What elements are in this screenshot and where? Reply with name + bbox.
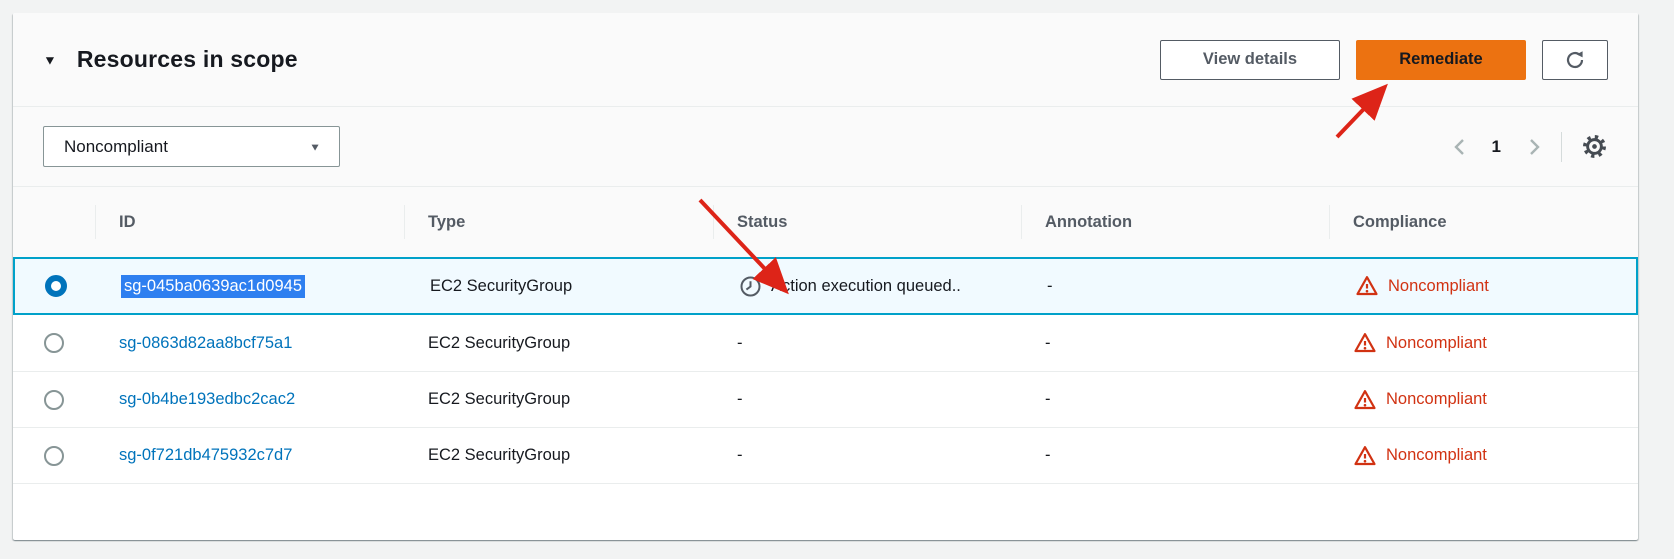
row-select-cell: [13, 333, 95, 353]
current-page-number[interactable]: 1: [1492, 137, 1501, 157]
column-header-status: Status: [713, 187, 1021, 257]
warning-triangle-icon: [1355, 274, 1379, 298]
table-row[interactable]: sg-0f721db475932c7d7 EC2 SecurityGroup -…: [13, 427, 1638, 483]
compliance-label: Noncompliant: [1386, 334, 1487, 353]
table-settings-button[interactable]: [1580, 133, 1608, 161]
compliance-cell: Noncompliant: [1329, 331, 1638, 355]
id-cell: sg-0b4be193edbc2cac2: [95, 390, 404, 409]
refresh-button[interactable]: [1542, 40, 1608, 80]
column-header-type: Type: [404, 187, 713, 257]
row-radio[interactable]: [45, 275, 67, 297]
chevron-right-icon: [1527, 136, 1541, 158]
gear-icon: [1581, 133, 1608, 160]
type-cell: EC2 SecurityGroup: [404, 390, 713, 409]
row-radio[interactable]: [44, 333, 64, 353]
compliance-label: Noncompliant: [1388, 277, 1489, 296]
table-row[interactable]: sg-045ba0639ac1d0945 EC2 SecurityGroup A…: [13, 257, 1638, 315]
collapse-caret-icon[interactable]: ▼: [43, 52, 57, 66]
compliance-filter-value: Noncompliant: [64, 137, 168, 157]
status-cell: -: [713, 446, 1021, 465]
compliance-cell: Noncompliant: [1329, 444, 1638, 468]
compliance-cell: Noncompliant: [1329, 388, 1638, 412]
annotation-cell: -: [1021, 334, 1329, 353]
status-text: -: [737, 390, 743, 409]
table-toolbar: Noncompliant ▼ 1: [13, 107, 1638, 187]
compliance-cell: Noncompliant: [1331, 274, 1636, 298]
pagination-divider: [1561, 132, 1562, 162]
page: ▼ Resources in scope View details Remedi…: [0, 0, 1674, 559]
chevron-down-icon: ▼: [309, 141, 321, 153]
resource-id-link[interactable]: sg-0b4be193edbc2cac2: [119, 390, 295, 409]
table-header: ID Type Status Annotation Compliance: [13, 187, 1638, 257]
row-select-cell: [15, 275, 97, 297]
annotation-cell: -: [1021, 390, 1329, 409]
refresh-icon: [1563, 48, 1587, 72]
column-header-compliance: Compliance: [1329, 187, 1638, 257]
warning-triangle-icon: [1353, 388, 1377, 412]
status-cell: Action execution queued..: [715, 275, 1023, 298]
compliance-filter-dropdown[interactable]: Noncompliant ▼: [43, 126, 340, 167]
id-cell: sg-045ba0639ac1d0945: [97, 275, 406, 298]
resource-id-link[interactable]: sg-0863d82aa8bcf75a1: [119, 334, 292, 353]
row-radio[interactable]: [44, 390, 64, 410]
pagination: 1: [1448, 132, 1608, 162]
row-select-cell: [13, 390, 95, 410]
type-cell: EC2 SecurityGroup: [404, 446, 713, 465]
status-cell: -: [713, 390, 1021, 409]
table-body: sg-045ba0639ac1d0945 EC2 SecurityGroup A…: [13, 257, 1638, 484]
type-cell: EC2 SecurityGroup: [406, 277, 715, 296]
resource-id-link[interactable]: sg-0f721db475932c7d7: [119, 446, 292, 465]
row-radio[interactable]: [44, 446, 64, 466]
column-header-id: ID: [95, 187, 404, 257]
view-details-button[interactable]: View details: [1160, 40, 1340, 80]
status-text: -: [737, 446, 743, 465]
header-actions: View details Remediate: [1160, 40, 1608, 80]
page-title: Resources in scope: [77, 46, 298, 73]
next-page-button[interactable]: [1523, 133, 1545, 161]
table-row[interactable]: sg-0b4be193edbc2cac2 EC2 SecurityGroup -…: [13, 371, 1638, 427]
id-cell: sg-0863d82aa8bcf75a1: [95, 334, 404, 353]
annotation-cell: -: [1023, 277, 1331, 296]
selection-column-header: [13, 187, 95, 257]
remediate-button[interactable]: Remediate: [1356, 40, 1526, 80]
annotation-cell: -: [1021, 446, 1329, 465]
status-text: -: [737, 334, 743, 353]
compliance-label: Noncompliant: [1386, 446, 1487, 465]
row-select-cell: [13, 446, 95, 466]
status-cell: -: [713, 334, 1021, 353]
panel-header: ▼ Resources in scope View details Remedi…: [13, 13, 1638, 107]
resource-id-link[interactable]: sg-045ba0639ac1d0945: [121, 275, 305, 298]
column-header-annotation: Annotation: [1021, 187, 1329, 257]
resources-in-scope-panel: ▼ Resources in scope View details Remedi…: [13, 13, 1638, 540]
clock-pending-icon: [739, 275, 762, 298]
warning-triangle-icon: [1353, 444, 1377, 468]
warning-triangle-icon: [1353, 331, 1377, 355]
id-cell: sg-0f721db475932c7d7: [95, 446, 404, 465]
status-text: Action execution queued..: [771, 277, 961, 296]
compliance-label: Noncompliant: [1386, 390, 1487, 409]
previous-page-button[interactable]: [1448, 133, 1470, 161]
table-row[interactable]: sg-0863d82aa8bcf75a1 EC2 SecurityGroup -…: [13, 315, 1638, 371]
chevron-left-icon: [1452, 136, 1466, 158]
type-cell: EC2 SecurityGroup: [404, 334, 713, 353]
